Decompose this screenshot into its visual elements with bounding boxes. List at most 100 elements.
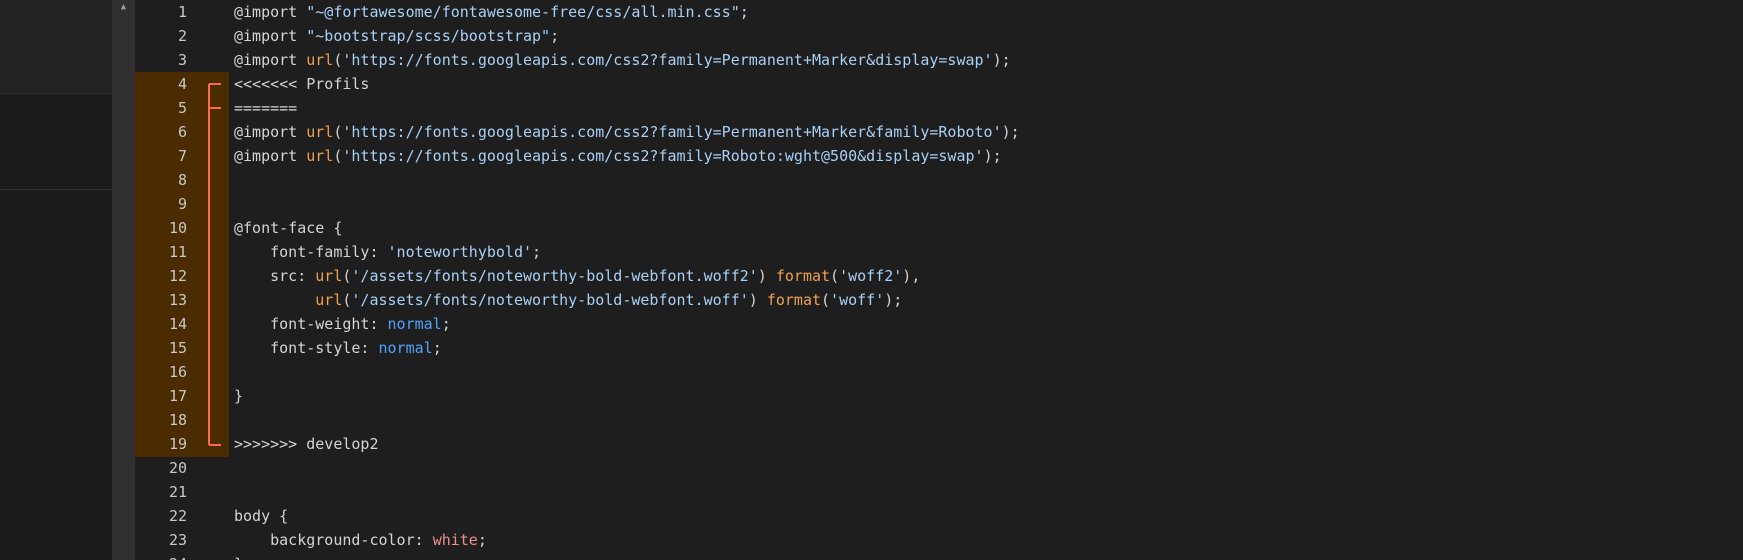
- code-line[interactable]: 21: [135, 480, 1743, 504]
- line-code[interactable]: @import url('https://fonts.googleapis.co…: [234, 48, 1011, 72]
- code-token: url: [306, 123, 334, 141]
- code-line[interactable]: 18: [135, 408, 1743, 432]
- line-code[interactable]: background-color: white;: [234, 528, 487, 552]
- code-token: url: [315, 291, 343, 309]
- code-token: @import: [234, 123, 307, 141]
- line-code[interactable]: font-weight: normal;: [234, 312, 451, 336]
- code-line[interactable]: 10 @font-face {: [135, 216, 1743, 240]
- code-line[interactable]: 16: [135, 360, 1743, 384]
- code-token: format: [775, 267, 831, 285]
- code-line[interactable]: 17}: [135, 384, 1743, 408]
- code-line[interactable]: 11 font-family: 'noteworthybold';: [135, 240, 1743, 264]
- code-editor-window: ▲ 1 @import "~@fortawesome/fontawesome-fr…: [0, 0, 1743, 560]
- code-token: );: [1001, 123, 1020, 141]
- code-token: body {: [234, 507, 289, 525]
- code-token: =======: [234, 99, 298, 117]
- line-number: 24: [135, 552, 187, 560]
- code-line[interactable]: 5 =======: [135, 96, 1743, 120]
- code-line[interactable]: 22 body {: [135, 504, 1743, 528]
- code-line[interactable]: 15 font-style: normal;: [135, 336, 1743, 360]
- code-token: src:: [234, 267, 316, 285]
- code-token: ): [748, 291, 767, 309]
- code-token: '/assets/fonts/noteworthy-bold-webfont.w…: [351, 267, 758, 285]
- code-line[interactable]: 3 @import url('https://fonts.googleapis.c…: [135, 48, 1743, 72]
- code-token: url: [306, 147, 334, 165]
- code-line[interactable]: 13 url ('/assets/fonts/noteworthy-bold-we…: [135, 288, 1743, 312]
- line-number: 3: [177, 51, 187, 69]
- line-code[interactable]: }: [234, 384, 243, 408]
- code-token: normal: [378, 339, 433, 357]
- code-token: ;: [477, 531, 487, 549]
- line-number: 20: [168, 459, 187, 477]
- code-token: 'woff': [830, 291, 885, 309]
- code-line[interactable]: 14 font-weight: normal;: [135, 312, 1743, 336]
- line-number: 10: [168, 219, 187, 237]
- line-code[interactable]: @font-face {: [234, 216, 342, 240]
- line-code[interactable]: body {: [234, 504, 288, 528]
- line-number: 9: [177, 195, 187, 213]
- code-token: @import: [234, 27, 307, 45]
- code-line[interactable]: 6 @import url('https://fonts.googleapis.c…: [135, 120, 1743, 144]
- code-line[interactable]: 7 @import url('https://fonts.googleapis.c…: [135, 144, 1743, 168]
- code-line[interactable]: 24}: [135, 552, 1743, 560]
- code-line[interactable]: 4 <<<<<<< Profils: [135, 72, 1743, 96]
- code-token: font-weight:: [234, 315, 388, 333]
- line-number: 17: [168, 387, 187, 405]
- code-token: font-style:: [234, 339, 379, 357]
- code-token: (: [821, 291, 831, 309]
- line-number: 6: [177, 123, 187, 141]
- code-token: background-color:: [234, 531, 433, 549]
- line-number: 22: [168, 507, 187, 525]
- line-number: 13: [168, 291, 187, 309]
- line-code[interactable]: >>>>>>> develop2: [234, 432, 379, 456]
- code-token: normal: [387, 315, 442, 333]
- code-token: 'woff2': [839, 267, 903, 285]
- scroll-up-arrow-icon[interactable]: ▲: [112, 0, 135, 14]
- code-line[interactable]: 8: [135, 168, 1743, 192]
- code-line[interactable]: 20: [135, 456, 1743, 480]
- line-number: 12: [168, 267, 187, 285]
- code-token: "~@fortawesome/fontawesome-free/css/all.…: [306, 3, 740, 21]
- line-code[interactable]: font-style: normal;: [234, 336, 442, 360]
- code-token: 'https://fonts.googleapis.com/css2?famil…: [342, 147, 984, 165]
- line-code[interactable]: @import "~bootstrap/scss/bootstrap";: [234, 24, 559, 48]
- code-token: ): [757, 267, 776, 285]
- line-code[interactable]: src: url ( '/assets/fonts/noteworthy-bold-…: [234, 264, 920, 288]
- code-line[interactable]: 9: [135, 192, 1743, 216]
- line-code[interactable]: @import url('https://fonts.googleapis.co…: [234, 120, 1020, 144]
- line-number: 19: [168, 435, 187, 453]
- side-panel-scrollbar[interactable]: ▲: [112, 0, 135, 560]
- code-token: 'noteworthybold': [387, 243, 533, 261]
- code-token: url: [306, 51, 334, 69]
- line-code[interactable]: <<<<<<< Profils: [234, 72, 369, 96]
- code-line[interactable]: 12 src: url ( '/assets/fonts/noteworthy-bo…: [135, 264, 1743, 288]
- code-token: }: [234, 387, 244, 405]
- code-line[interactable]: 23 background-color: white;: [135, 528, 1743, 552]
- line-number: 4: [177, 75, 187, 93]
- code-token: (: [830, 267, 840, 285]
- line-code[interactable]: url ('/assets/fonts/noteworthy-bold-webfo…: [234, 288, 902, 312]
- code-token: 'https://fonts.googleapis.com/css2?famil…: [342, 51, 993, 69]
- code-token: @import: [234, 3, 307, 21]
- code-token: 'https://fonts.googleapis.com/css2?famil…: [342, 123, 1002, 141]
- code-token: );: [983, 147, 1002, 165]
- side-panel-section-middle: [0, 94, 112, 190]
- line-code[interactable]: }: [234, 552, 243, 560]
- code-token: format: [766, 291, 822, 309]
- line-code[interactable]: font-family: 'noteworthybold';: [234, 240, 541, 264]
- line-code[interactable]: =======: [234, 96, 297, 120]
- editor-area[interactable]: 1 @import "~@fortawesome/fontawesome-free…: [135, 0, 1743, 560]
- code-token: ;: [550, 27, 560, 45]
- code-token: @import: [234, 147, 307, 165]
- line-code[interactable]: @import url('https://fonts.googleapis.co…: [234, 144, 1002, 168]
- code-line[interactable]: 19 >>>>>>> develop2: [135, 432, 1743, 456]
- code-token: >>>>>>> develop2: [234, 435, 379, 453]
- code-token: white: [432, 531, 478, 549]
- line-number: 16: [168, 363, 187, 381]
- line-number: 1: [177, 3, 187, 21]
- code-line[interactable]: 2 @import "~bootstrap/scss/bootstrap";: [135, 24, 1743, 48]
- code-line[interactable]: 1 @import "~@fortawesome/fontawesome-free…: [135, 0, 1743, 24]
- code-token: url: [315, 267, 343, 285]
- code-token: ;: [432, 339, 442, 357]
- line-code[interactable]: @import "~@fortawesome/fontawesome-free/…: [234, 0, 749, 24]
